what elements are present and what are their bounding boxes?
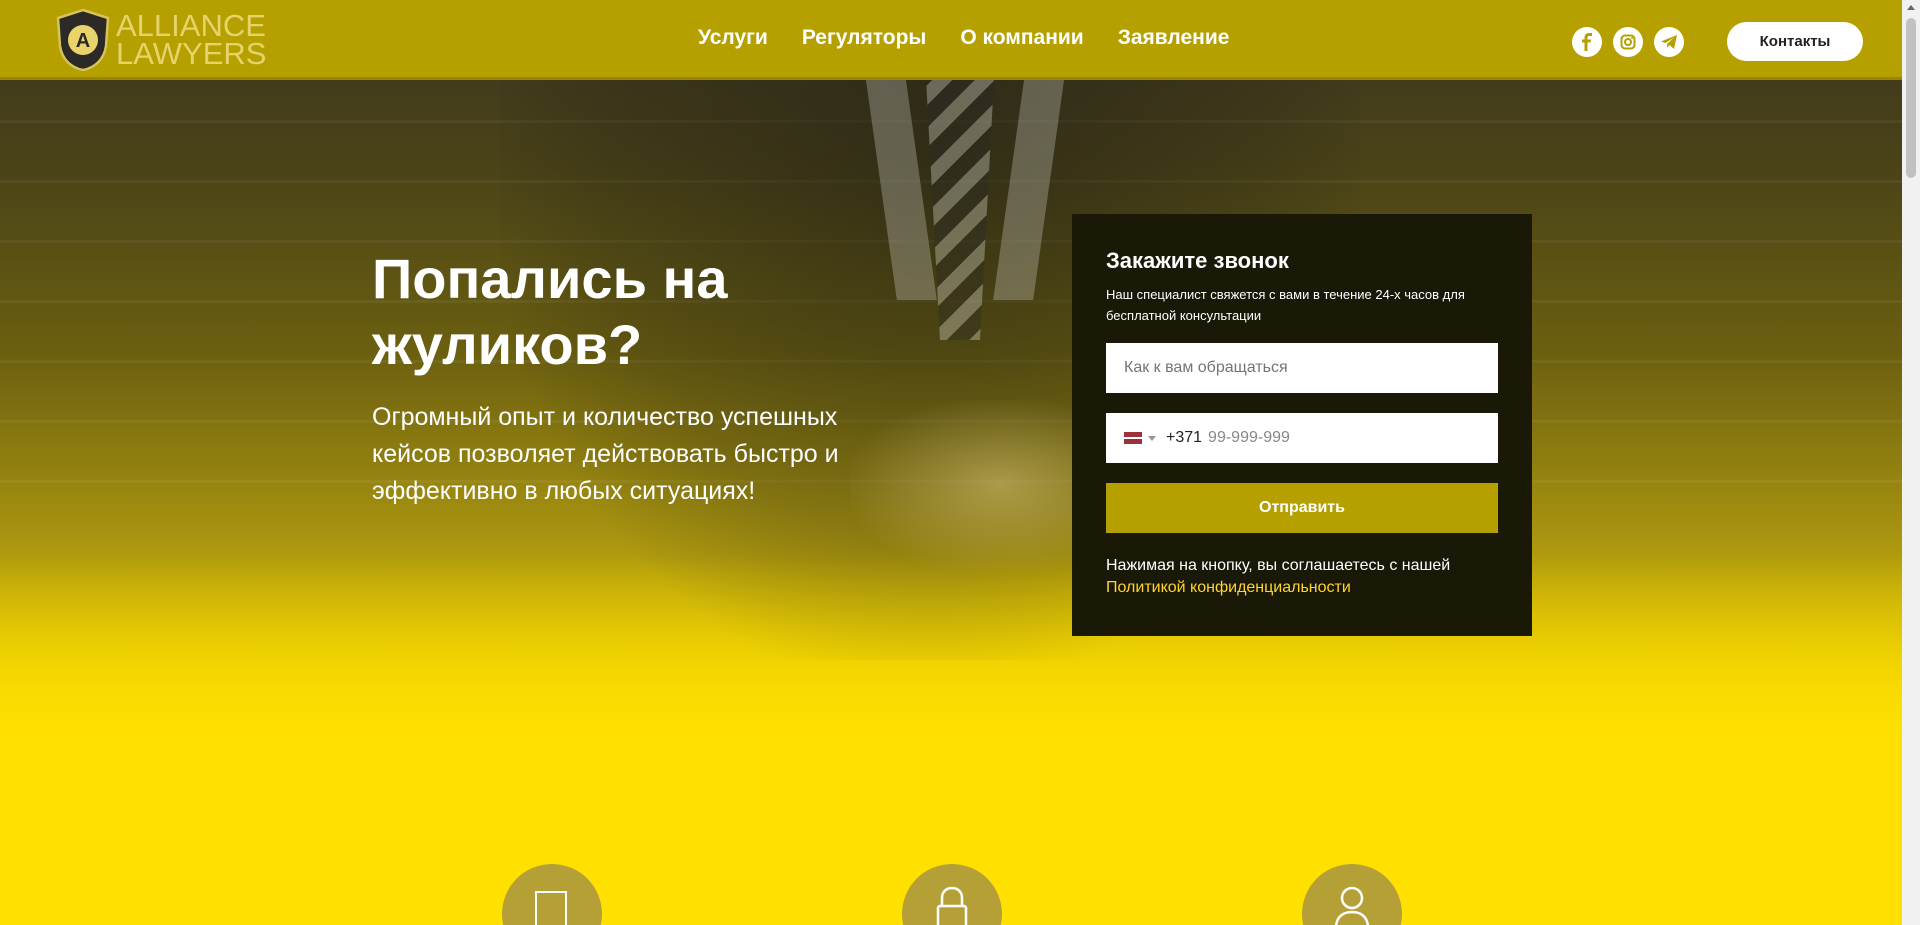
main-nav: Услуги Регуляторы О компании Заявление [698, 26, 1229, 50]
facebook-link[interactable] [1572, 27, 1602, 57]
logo[interactable]: A ALLIANCE LAWYERS [54, 8, 266, 72]
instagram-icon [1620, 34, 1636, 50]
hero-subtitle: Огромный опыт и количество успешных кейс… [372, 403, 839, 505]
submit-button[interactable]: Отправить [1106, 483, 1498, 533]
logo-text: ALLIANCE LAWYERS [116, 10, 267, 71]
telegram-icon [1661, 35, 1677, 49]
consent-note: Нажимая на кнопку, вы соглашаетесь с наш… [1106, 555, 1498, 599]
site-header: A ALLIANCE LAWYERS Услуги Регуляторы О к… [0, 0, 1902, 80]
instagram-link[interactable] [1613, 27, 1643, 57]
privacy-policy-link[interactable]: Политикой конфиденциальности [1106, 577, 1498, 599]
phone-code: +371 [1166, 429, 1203, 446]
chevron-down-icon[interactable] [1148, 435, 1156, 441]
page-scrollbar[interactable] [1902, 0, 1920, 925]
form-description: Наш специалист свяжется с вами в течение… [1106, 287, 1465, 323]
scroll-up-arrow-icon[interactable] [1907, 5, 1915, 10]
phone-input[interactable]: +371 99-999-999 [1106, 413, 1498, 463]
user-icon [1335, 886, 1369, 925]
social-links [1572, 27, 1684, 57]
shield-logo-icon: A [56, 8, 110, 72]
nav-about[interactable]: О компании [960, 26, 1083, 50]
logo-line2: LAWYERS [116, 36, 267, 71]
nav-regulators[interactable]: Регуляторы [802, 26, 927, 50]
telegram-link[interactable] [1654, 27, 1684, 57]
hero-background [0, 0, 1902, 925]
document-icon [535, 891, 567, 925]
form-title: Закажите звонок [1106, 248, 1289, 273]
name-input[interactable] [1106, 343, 1498, 393]
nav-statement[interactable]: Заявление [1118, 26, 1230, 50]
lock-icon [936, 886, 968, 925]
facebook-icon [1582, 33, 1592, 51]
phone-placeholder: 99-999-999 [1208, 429, 1290, 446]
scrollbar-thumb[interactable] [1906, 18, 1916, 178]
hero-title: Попались на жуликов? [372, 247, 728, 376]
latvia-flag-icon[interactable] [1124, 432, 1142, 444]
consent-text: Нажимая на кнопку, вы соглашаетесь с наш… [1106, 557, 1451, 574]
callback-form: Закажите звонок Наш специалист свяжется … [1072, 214, 1532, 636]
svg-text:A: A [76, 30, 90, 52]
contacts-button[interactable]: Контакты [1727, 22, 1863, 61]
nav-services[interactable]: Услуги [698, 26, 768, 50]
